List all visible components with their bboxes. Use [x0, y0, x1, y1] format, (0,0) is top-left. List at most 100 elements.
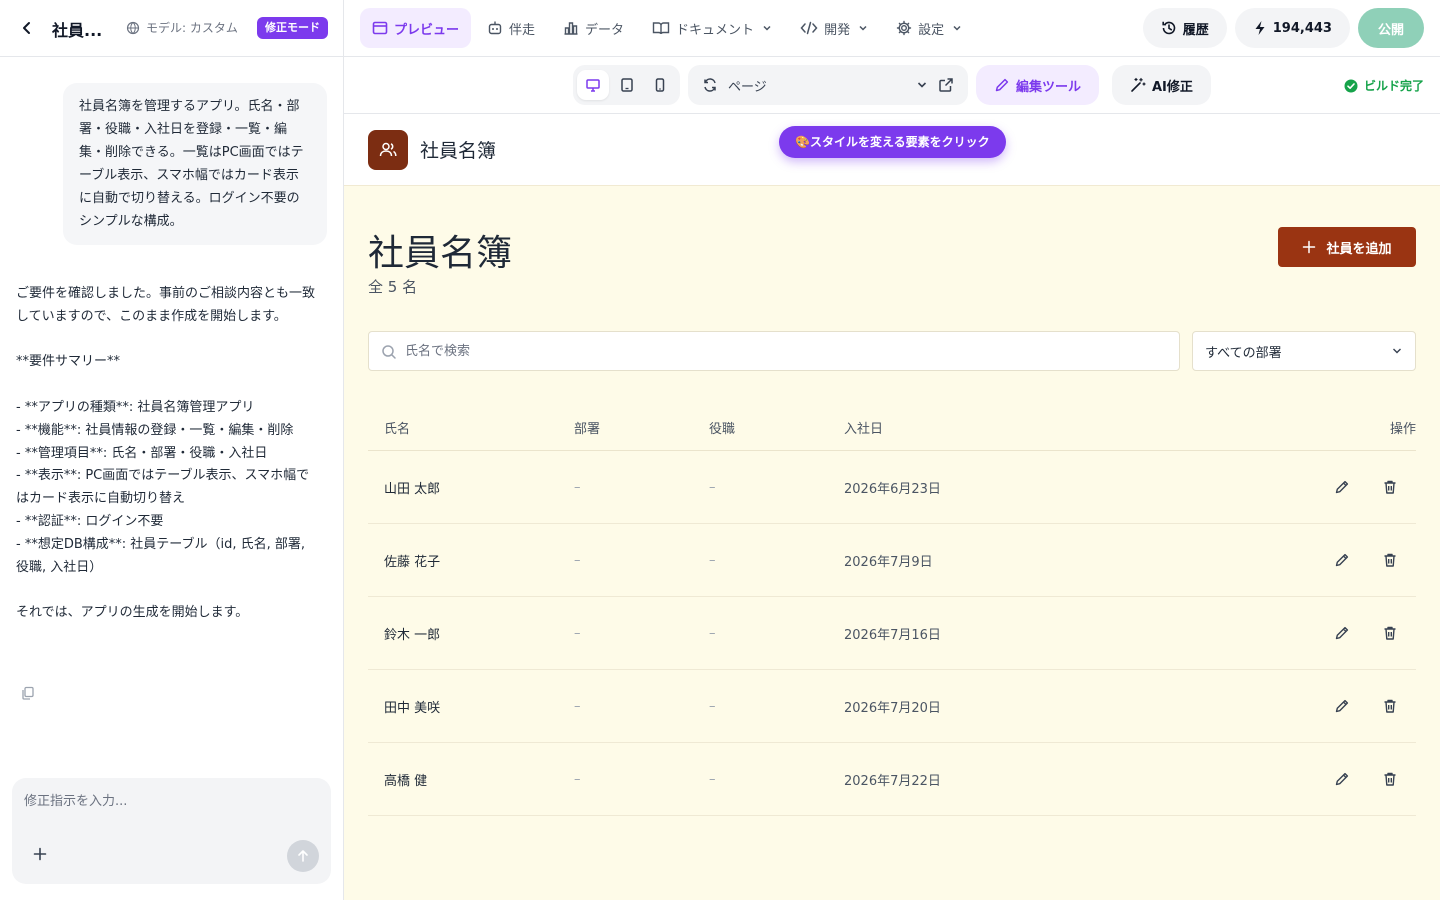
employee-name: 鈴木 一郎: [384, 627, 441, 643]
trash-icon: [1384, 480, 1396, 494]
credits-count: 194,443: [1272, 20, 1332, 36]
page-selector[interactable]: ページ: [688, 65, 968, 105]
employee-role: –: [709, 552, 716, 568]
table-row: 田中 美咲 – – 2026年7月20日: [368, 670, 1416, 743]
device-desktop-button[interactable]: [577, 70, 609, 100]
assistant-message: ご要件を確認しました。事前のご相談内容とも一致していますので、このまま作成を開始…: [16, 286, 316, 621]
pencil-icon: [1335, 480, 1349, 494]
search-input[interactable]: [405, 332, 1165, 370]
refresh-icon: [704, 78, 716, 92]
delete-button[interactable]: [1380, 769, 1400, 789]
build-status-label: ビルド完了: [1363, 79, 1424, 93]
column-header-name: 氏名: [384, 421, 411, 437]
style-hint-toast: 🎨スタイルを変える要素をクリック: [779, 126, 1006, 158]
delete-button[interactable]: [1380, 696, 1400, 716]
tab-settings[interactable]: 設定: [884, 8, 974, 48]
copy-button[interactable]: [20, 685, 36, 701]
employee-hire-date: 2026年7月9日: [844, 554, 933, 570]
employee-name: 高橋 健: [384, 773, 428, 789]
smartphone-icon: [655, 78, 665, 92]
column-header-actions: 操作: [1389, 421, 1416, 437]
chevron-down-icon: [953, 25, 961, 31]
app-logo: [368, 130, 408, 170]
tab-development[interactable]: 開発: [788, 8, 880, 48]
edit-tools-button[interactable]: 編集ツール: [976, 65, 1100, 105]
employee-name: 山田 太郎: [384, 481, 441, 497]
credits-button[interactable]: 194,443: [1234, 8, 1350, 48]
chevron-down-icon: [859, 25, 867, 31]
department-filter[interactable]: すべての部署: [1192, 331, 1416, 371]
window-icon: [372, 21, 388, 35]
employee-table: 氏名 部署 役職 入社日 操作 山田 太郎 – – 2026年6月23日 佐藤 …: [368, 404, 1416, 816]
device-tablet-button[interactable]: [611, 70, 643, 100]
send-button[interactable]: [287, 840, 319, 872]
lightning-icon: [1255, 21, 1265, 35]
back-button[interactable]: [14, 16, 40, 40]
history-icon: [1162, 21, 1176, 35]
external-link-icon[interactable]: [938, 77, 954, 93]
edit-button[interactable]: [1332, 696, 1352, 716]
search-icon: [382, 345, 396, 359]
book-icon: [652, 22, 670, 35]
delete-button[interactable]: [1380, 623, 1400, 643]
tab-data[interactable]: データ: [551, 8, 636, 48]
department-filter-value: すべての部署: [1205, 345, 1282, 361]
ai-fix-button[interactable]: AI修正: [1112, 65, 1211, 105]
add-employee-label: 社員を追加: [1326, 241, 1392, 257]
edit-button[interactable]: [1332, 623, 1352, 643]
table-row: 佐藤 花子 – – 2026年7月9日: [368, 524, 1416, 597]
delete-button[interactable]: [1380, 550, 1400, 570]
composer: [12, 778, 331, 884]
row-actions: [1296, 550, 1416, 570]
header-actions: 履歴 194,443 公開: [1142, 8, 1424, 48]
publish-button[interactable]: 公開: [1357, 8, 1424, 48]
table-header: 氏名 部署 役職 入社日 操作: [368, 404, 1416, 451]
employee-count: 全 5 名: [368, 278, 418, 296]
device-mobile-button[interactable]: [644, 70, 676, 100]
employee-hire-date: 2026年6月23日: [844, 481, 941, 497]
employee-role: –: [709, 771, 716, 787]
add-employee-button[interactable]: 社員を追加: [1278, 227, 1416, 267]
tab-preview[interactable]: プレビュー: [360, 8, 472, 48]
instruction-input[interactable]: [24, 790, 314, 830]
preview-toolbar: ページ 編集ツール AI修正 ビルド完了: [344, 57, 1440, 114]
history-button[interactable]: 履歴: [1142, 8, 1227, 48]
user-message: 社員名簿を管理するアプリ。氏名・部署・役職・入社日を登録・一覧・編集・削除できる…: [63, 83, 327, 245]
chevron-down-icon: [763, 25, 771, 31]
tab-documents-label: ドキュメント: [676, 22, 755, 38]
chat-panel: 社員名簿を管理するアプリ。氏名・部署・役職・入社日を登録・一覧・編集・削除できる…: [0, 57, 343, 900]
edit-tools-label: 編集ツール: [1016, 79, 1082, 95]
edit-button[interactable]: [1332, 769, 1352, 789]
employee-hire-date: 2026年7月16日: [844, 627, 941, 643]
employee-hire-date: 2026年7月22日: [844, 773, 941, 789]
tab-development-label: 開発: [824, 22, 851, 38]
copy-icon: [22, 686, 34, 700]
employee-department: –: [574, 698, 581, 714]
chevron-down-icon: [917, 82, 927, 88]
pencil-icon: [1335, 553, 1349, 567]
employee-role: –: [709, 625, 716, 641]
edit-button[interactable]: [1332, 477, 1352, 497]
employee-role: –: [709, 479, 716, 495]
tab-documents[interactable]: ドキュメント: [640, 8, 784, 48]
search-box: [368, 331, 1180, 371]
employee-department: –: [574, 625, 581, 641]
tab-companion-label: 伴走: [509, 22, 536, 38]
attach-button[interactable]: [30, 844, 50, 864]
trash-icon: [1384, 626, 1396, 640]
row-actions: [1296, 477, 1416, 497]
edit-button[interactable]: [1332, 550, 1352, 570]
check-circle-icon: [1344, 79, 1358, 92]
model-selector[interactable]: モデル: カスタム: [126, 19, 238, 36]
delete-button[interactable]: [1380, 477, 1400, 497]
column-header-hire-date: 入社日: [844, 421, 884, 437]
code-icon: [800, 21, 818, 35]
tab-companion[interactable]: 伴走: [475, 8, 547, 48]
pencil-icon: [1335, 699, 1349, 713]
employee-department: –: [574, 771, 581, 787]
page-selector-label: ページ: [728, 79, 767, 95]
trash-icon: [1384, 772, 1396, 786]
employee-name: 佐藤 花子: [384, 554, 441, 570]
model-label: モデル: カスタム: [146, 21, 238, 35]
chevron-down-icon: [1393, 348, 1401, 354]
